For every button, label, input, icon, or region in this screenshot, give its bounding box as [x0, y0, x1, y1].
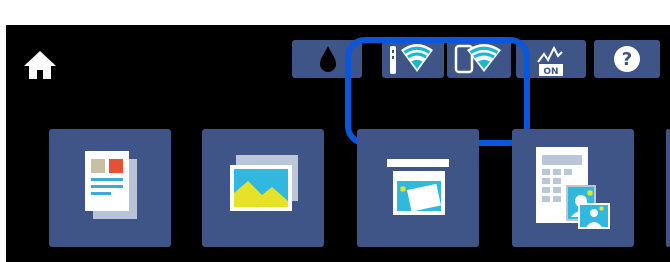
photos-icon	[230, 155, 298, 211]
help-icon: ?	[614, 46, 640, 72]
help-label: ?	[622, 49, 632, 70]
copy-tile[interactable]	[49, 129, 171, 247]
ink-drop-icon	[320, 46, 336, 72]
scan-icon	[387, 159, 449, 215]
wifi-router-icon	[390, 44, 433, 74]
print-photos-tile[interactable]	[202, 129, 324, 247]
status-bar: ON ?	[6, 25, 670, 107]
wifi-direct-button[interactable]	[447, 40, 511, 78]
photo-layout-icon	[536, 147, 610, 229]
wifi-direct-icon	[454, 44, 501, 74]
device-on-label: ON	[543, 67, 558, 77]
device-connection-button[interactable]: ON	[516, 40, 586, 78]
help-button[interactable]: ?	[594, 40, 660, 78]
printer-control-panel: ON ?	[6, 25, 670, 262]
home-button[interactable]	[22, 49, 58, 81]
home-icon	[24, 51, 56, 79]
network-status-button[interactable]	[382, 40, 444, 78]
photo-id-tile[interactable]	[512, 129, 634, 247]
scan-tile[interactable]	[357, 129, 479, 247]
copy-document-icon	[85, 151, 137, 219]
next-tile-edge[interactable]	[666, 129, 670, 247]
ink-level-button[interactable]	[292, 40, 362, 78]
waveform-on-icon: ON	[537, 45, 563, 77]
